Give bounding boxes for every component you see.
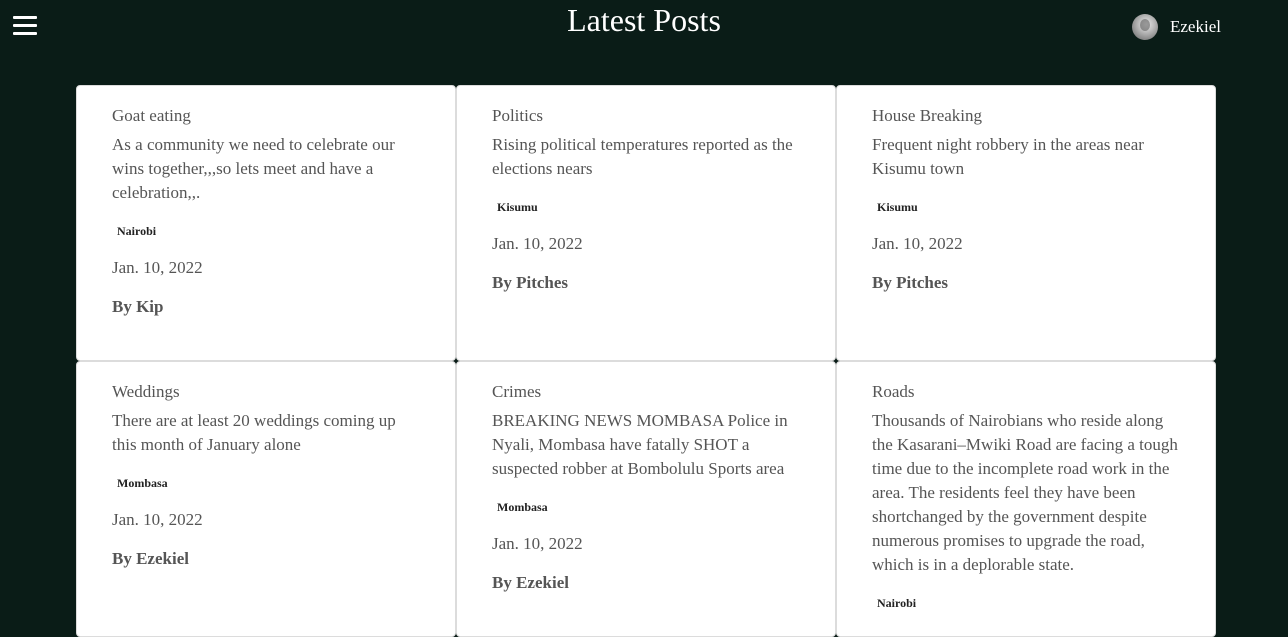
post-author: By Ezekiel — [112, 549, 189, 568]
post-category: House Breaking — [872, 106, 983, 125]
post-date: Jan. 10, 2022 — [112, 258, 203, 277]
post-date: Jan. 10, 2022 — [492, 234, 583, 253]
post-category: Roads — [872, 382, 915, 401]
post-category: Weddings — [112, 382, 180, 401]
post-card[interactable]: Weddings There are at least 20 weddings … — [76, 361, 456, 637]
post-date: Jan. 10, 2022 — [492, 534, 583, 553]
user-avatar[interactable] — [1132, 14, 1158, 40]
post-location: Kisumu — [877, 200, 918, 214]
post-author: By Pitches — [492, 273, 569, 292]
page-title: Latest Posts — [567, 2, 721, 38]
post-author: By Kip — [112, 297, 164, 316]
post-description: As a community we need to celebrate our … — [112, 135, 395, 202]
post-location: Mombasa — [497, 500, 548, 514]
user-menu[interactable]: Ezekiel — [1132, 14, 1221, 40]
posts-grid: Goat eating As a community we need to ce… — [76, 85, 1216, 637]
post-description: Thousands of Nairobians who reside along… — [872, 411, 1178, 574]
post-card[interactable]: Politics Rising political temperatures r… — [456, 85, 836, 361]
post-card[interactable]: Crimes BREAKING NEWS MOMBASA Police in N… — [456, 361, 836, 637]
post-card[interactable]: Roads Thousands of Nairobians who reside… — [836, 361, 1216, 637]
post-description: BREAKING NEWS MOMBASA Police in Nyali, M… — [492, 411, 788, 478]
post-description: There are at least 20 weddings coming up… — [112, 411, 396, 454]
post-author: By Pitches — [872, 273, 949, 292]
post-card[interactable]: House Breaking Frequent night robbery in… — [836, 85, 1216, 361]
post-author: By Ezekiel — [492, 573, 569, 592]
post-category: Politics — [492, 106, 544, 125]
post-location: Nairobi — [117, 224, 157, 238]
post-category: Crimes — [492, 382, 542, 401]
post-description: Frequent night robbery in the areas near… — [872, 135, 1144, 178]
post-location: Kisumu — [497, 200, 538, 214]
post-date: Jan. 10, 2022 — [872, 234, 963, 253]
post-date: Jan. 10, 2022 — [112, 510, 203, 529]
post-location: Mombasa — [117, 476, 168, 490]
post-category: Goat eating — [112, 106, 191, 125]
top-bar: Latest Posts Ezekiel — [0, 0, 1288, 70]
post-description: Rising political temperatures reported a… — [492, 135, 793, 178]
post-card[interactable]: Goat eating As a community we need to ce… — [76, 85, 456, 361]
user-name[interactable]: Ezekiel — [1170, 17, 1221, 37]
post-location: Nairobi — [877, 596, 917, 610]
